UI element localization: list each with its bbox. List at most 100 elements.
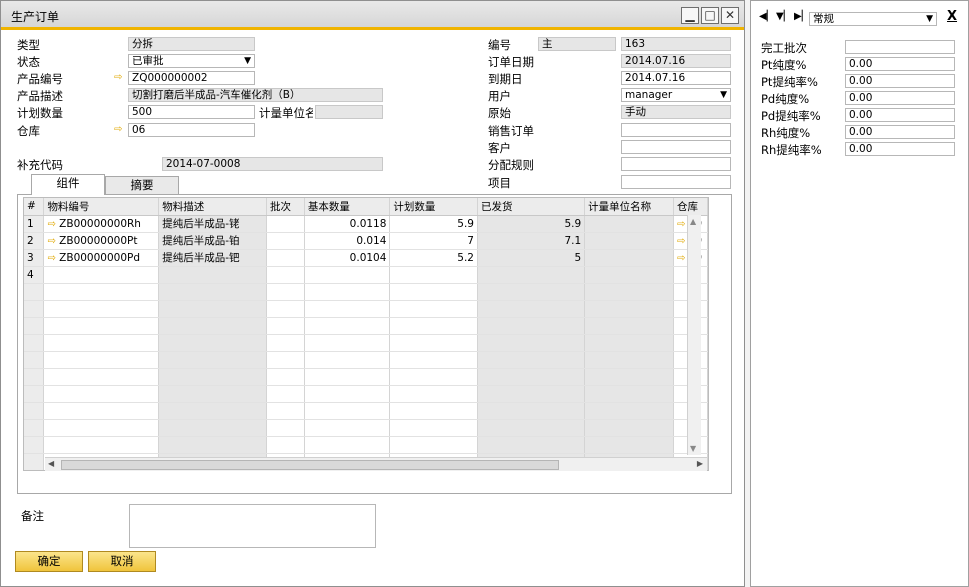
item-no-cell[interactable]	[43, 266, 160, 284]
product-no-field[interactable]: ZQ000000002	[128, 71, 255, 85]
dist-rule-field[interactable]	[621, 157, 731, 171]
udf-category-select[interactable]: 常规 ▼	[809, 12, 937, 26]
table-row[interactable]: 3 ⇨ ZB00000000Pd 提纯后半成品-钯 0.0104 5.2 5 ⇨…	[24, 249, 708, 267]
user-label: 用户	[488, 89, 511, 103]
production-order-window: 生产订单 ▁ □ ✕ 类型 分拆 状态 已审批 ▼ 产品编号 ⇨ ZQ00000…	[0, 0, 745, 587]
chevron-left-icon[interactable]: ◀	[48, 459, 54, 468]
link-arrow-icon[interactable]: ⇨	[47, 236, 55, 247]
item-no-value: ZB00000000Pd	[59, 251, 141, 264]
ok-button[interactable]: 确定	[15, 551, 83, 572]
sales-order-field[interactable]	[621, 123, 731, 137]
uom-cell	[584, 249, 674, 267]
chevron-down-icon: ▼	[720, 90, 727, 100]
planned-qty-field[interactable]: 500	[128, 105, 255, 119]
customer-label: 客户	[488, 141, 511, 155]
due-date-label: 到期日	[488, 72, 523, 86]
col-header-item-no[interactable]: 物料编号	[43, 198, 160, 216]
udf-field[interactable]: 0.00	[845, 108, 955, 122]
close-button[interactable]: ✕	[721, 7, 739, 24]
table-row[interactable]: 4	[24, 266, 708, 284]
planned-qty-cell[interactable]	[389, 266, 478, 284]
udf-field[interactable]	[845, 40, 955, 54]
user-select[interactable]: manager ▼	[621, 88, 731, 102]
title-bar[interactable]: 生产订单 ▁ □ ✕	[1, 1, 744, 30]
planned-qty-cell[interactable]: 5.9	[389, 215, 478, 233]
status-select[interactable]: 已审批 ▼	[128, 54, 255, 68]
item-no-value: ZB00000000Rh	[59, 217, 141, 230]
item-no-value: ZB00000000Pt	[59, 234, 138, 247]
base-qty-cell[interactable]	[304, 266, 391, 284]
close-icon[interactable]: X	[947, 9, 957, 24]
udf-label: Rh提纯率%	[761, 143, 822, 157]
udf-field[interactable]: 0.00	[845, 57, 955, 71]
empty-row	[24, 283, 708, 301]
table-row[interactable]: 2 ⇨ ZB00000000Pt 提纯后半成品-铂 0.014 7 7.1 ⇨ …	[24, 232, 708, 250]
dropdown-nav-icon[interactable]: ▼▏	[776, 11, 791, 22]
link-arrow-icon[interactable]: ⇨	[677, 253, 685, 264]
base-qty-cell[interactable]: 0.014	[304, 232, 391, 250]
empty-row	[24, 334, 708, 352]
issued-cell: 5	[477, 249, 586, 267]
project-field[interactable]	[621, 175, 731, 189]
batch-cell[interactable]	[266, 266, 305, 284]
batch-cell[interactable]	[266, 232, 305, 250]
base-qty-cell[interactable]: 0.0118	[304, 215, 391, 233]
udf-field[interactable]: 0.00	[845, 125, 955, 139]
warehouse-field[interactable]: 06	[128, 123, 255, 137]
col-header-planned-qty[interactable]: 计划数量	[389, 198, 478, 216]
udf-field[interactable]: 0.00	[845, 91, 955, 105]
col-header-item-desc[interactable]: 物料描述	[158, 198, 267, 216]
user-value: manager	[625, 89, 673, 101]
udf-field[interactable]: 0.00	[845, 142, 955, 156]
udf-category-value: 常规	[813, 13, 834, 25]
status-value: 已审批	[132, 55, 164, 67]
item-no-cell[interactable]: ⇨ ZB00000000Pt	[43, 232, 160, 250]
tab-summary[interactable]: 摘要	[105, 176, 179, 194]
row-index: 1	[24, 215, 45, 233]
next-nav-icon[interactable]: ▶▏	[794, 11, 809, 22]
link-arrow-icon[interactable]: ⇨	[114, 124, 122, 135]
scroll-thumb[interactable]	[61, 460, 559, 470]
link-arrow-icon[interactable]: ⇨	[114, 72, 122, 83]
tab-components[interactable]: 组件	[31, 174, 105, 195]
col-header-base-qty[interactable]: 基本数量	[304, 198, 391, 216]
link-arrow-icon[interactable]: ⇨	[677, 236, 685, 247]
empty-row	[24, 317, 708, 335]
batch-cell[interactable]	[266, 249, 305, 267]
udf-field[interactable]: 0.00	[845, 74, 955, 88]
prev-nav-icon[interactable]: ◀▏	[759, 11, 774, 22]
col-header-index[interactable]: #	[24, 198, 45, 216]
udf-pane: ◀▏ ▼▏ ▶▏ 常规 ▼ X 完工批次 Pt纯度% 0.00 Pt提纯率% 0…	[750, 0, 969, 587]
remarks-textarea[interactable]	[129, 504, 376, 548]
planned-qty-cell[interactable]: 5.2	[389, 249, 478, 267]
link-arrow-icon[interactable]: ⇨	[47, 219, 55, 230]
col-header-warehouse[interactable]: 仓库	[673, 198, 708, 216]
batch-cell[interactable]	[266, 215, 305, 233]
chevron-up-icon[interactable]: ▲	[690, 217, 696, 226]
maximize-button[interactable]: □	[701, 7, 719, 24]
udf-label: Pt纯度%	[761, 58, 807, 72]
issued-cell: 5.9	[477, 215, 586, 233]
chevron-right-icon[interactable]: ▶	[697, 459, 703, 468]
minimize-button[interactable]: ▁	[681, 7, 699, 24]
cancel-button[interactable]: 取消	[88, 551, 156, 572]
uom-cell	[584, 215, 674, 233]
customer-field[interactable]	[621, 140, 731, 154]
planned-qty-cell[interactable]: 7	[389, 232, 478, 250]
link-arrow-icon[interactable]: ⇨	[677, 219, 685, 230]
base-qty-cell[interactable]: 0.0104	[304, 249, 391, 267]
item-no-cell[interactable]: ⇨ ZB00000000Pd	[43, 249, 160, 267]
vertical-scrollbar[interactable]: ▲ ▼	[687, 215, 701, 455]
due-date-field[interactable]: 2014.07.16	[621, 71, 731, 85]
col-header-issued[interactable]: 已发货	[477, 198, 586, 216]
item-desc-cell: 提纯后半成品-铂	[158, 232, 267, 250]
chevron-down-icon[interactable]: ▼	[690, 444, 696, 453]
item-no-cell[interactable]: ⇨ ZB00000000Rh	[43, 215, 160, 233]
col-header-uom[interactable]: 计量单位名称	[584, 198, 674, 216]
col-header-batch[interactable]: 批次	[266, 198, 305, 216]
table-row[interactable]: 1 ⇨ ZB00000000Rh 提纯后半成品-铑 0.0118 5.9 5.9…	[24, 215, 708, 233]
link-arrow-icon[interactable]: ⇨	[47, 253, 55, 264]
empty-row	[24, 351, 708, 369]
issued-cell	[477, 266, 586, 284]
horizontal-scrollbar[interactable]: ◀ ▶	[45, 457, 707, 471]
